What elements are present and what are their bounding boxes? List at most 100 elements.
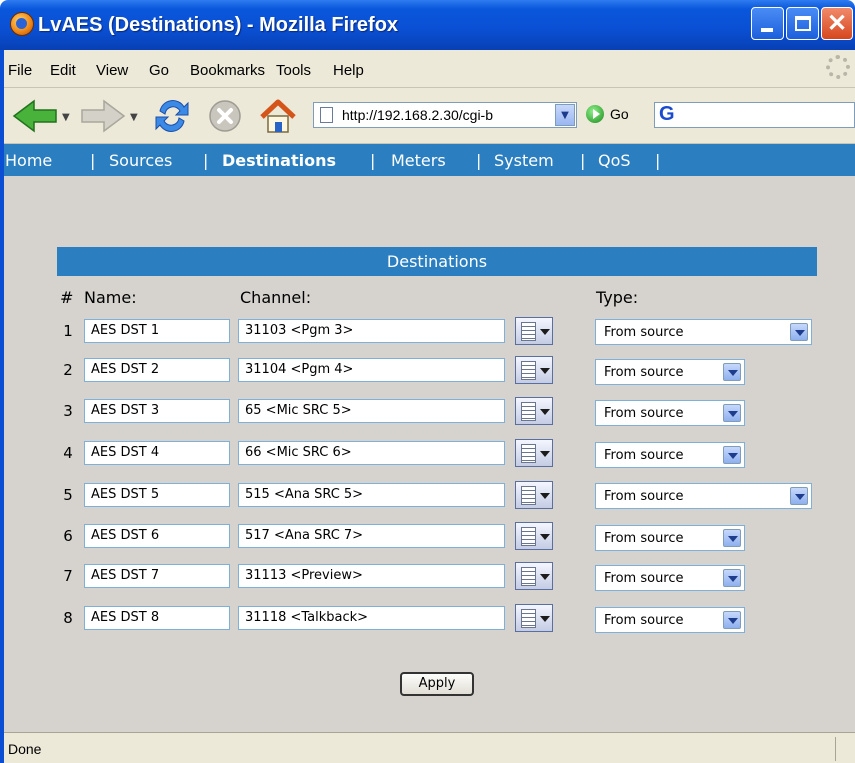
chevron-down-icon	[723, 611, 741, 629]
nav-separator: |	[203, 151, 209, 170]
type-select[interactable]: From source	[595, 442, 745, 468]
type-select[interactable]: From source	[595, 565, 745, 591]
menu-go[interactable]: Go	[149, 62, 169, 79]
destination-name-input[interactable]: AES DST 8	[84, 606, 230, 630]
search-engine-icon[interactable]: G	[659, 103, 675, 126]
reload-icon[interactable]	[152, 97, 192, 135]
nav-link-system[interactable]: System	[494, 151, 554, 170]
type-select-value: From source	[604, 613, 684, 628]
channel-input[interactable]: 66 <Mic SRC 6>	[238, 441, 505, 465]
menu-bookmarks[interactable]: Bookmarks	[190, 62, 265, 79]
type-select[interactable]: From source	[595, 319, 812, 345]
menu-edit[interactable]: Edit	[50, 62, 76, 79]
apply-button[interactable]: Apply	[400, 672, 474, 696]
forward-arrow-icon[interactable]	[80, 98, 126, 134]
type-select[interactable]: From source	[595, 400, 745, 426]
type-select-value: From source	[604, 325, 684, 340]
destination-name-input[interactable]: AES DST 5	[84, 483, 230, 507]
type-select[interactable]: From source	[595, 359, 745, 385]
row-number: 8	[63, 609, 73, 627]
firefox-logo-icon	[10, 12, 34, 36]
row-number: 5	[63, 486, 73, 504]
nav-link-qos[interactable]: QoS	[598, 151, 631, 170]
chevron-down-icon	[723, 529, 741, 547]
url-text: http://192.168.2.30/cgi-b	[342, 107, 493, 123]
stop-icon[interactable]	[208, 99, 242, 133]
minimize-icon	[761, 28, 773, 32]
resize-grip-icon[interactable]	[835, 737, 853, 761]
channel-picker-button[interactable]	[515, 522, 553, 550]
channel-picker-button[interactable]	[515, 356, 553, 384]
channel-input[interactable]: 31103 <Pgm 3>	[238, 319, 505, 343]
menu-view[interactable]: View	[96, 62, 128, 79]
type-select-value: From source	[604, 406, 684, 421]
back-history-dropdown-icon[interactable]: ▼	[62, 112, 70, 123]
menu-bar: File Edit View Go Bookmarks Tools Help	[0, 50, 855, 88]
list-icon	[521, 322, 536, 341]
type-select[interactable]: From source	[595, 525, 745, 551]
close-button[interactable]: ✕	[821, 7, 853, 40]
close-icon: ✕	[826, 10, 848, 37]
list-icon	[521, 402, 536, 421]
channel-input[interactable]: 31104 <Pgm 4>	[238, 358, 505, 382]
window-titlebar[interactable]: LvAES (Destinations) - Mozilla Firefox ✕	[0, 0, 855, 50]
channel-input[interactable]: 65 <Mic SRC 5>	[238, 399, 505, 423]
destination-name-input[interactable]: AES DST 1	[84, 319, 230, 343]
destination-name-input[interactable]: AES DST 7	[84, 564, 230, 588]
channel-picker-button[interactable]	[515, 604, 553, 632]
type-select[interactable]: From source	[595, 483, 812, 509]
chevron-down-icon	[723, 404, 741, 422]
channel-picker-button[interactable]	[515, 397, 553, 425]
go-button-label[interactable]: Go	[610, 106, 629, 122]
nav-link-destinations[interactable]: Destinations	[222, 151, 336, 170]
nav-separator: |	[90, 151, 96, 170]
menu-file[interactable]: File	[8, 62, 32, 79]
column-header-channel: Channel:	[240, 288, 312, 307]
row-number: 3	[63, 402, 73, 420]
type-select-value: From source	[604, 365, 684, 380]
destination-name-input[interactable]: AES DST 3	[84, 399, 230, 423]
channel-input[interactable]: 515 <Ana SRC 5>	[238, 483, 505, 507]
column-header-type: Type:	[596, 288, 639, 307]
url-history-dropdown-icon[interactable]: ▼	[555, 104, 575, 126]
nav-link-meters[interactable]: Meters	[391, 151, 446, 170]
nav-separator: |	[476, 151, 482, 170]
channel-picker-button[interactable]	[515, 439, 553, 467]
row-number: 4	[63, 444, 73, 462]
row-number: 2	[63, 361, 73, 379]
nav-link-sources[interactable]: Sources	[109, 151, 172, 170]
type-select[interactable]: From source	[595, 607, 745, 633]
channel-input[interactable]: 31113 <Preview>	[238, 564, 505, 588]
chevron-down-icon	[540, 534, 550, 540]
row-number: 1	[63, 322, 73, 340]
menu-help[interactable]: Help	[333, 62, 364, 79]
channel-picker-button[interactable]	[515, 317, 553, 345]
column-header-name: Name:	[84, 288, 137, 307]
destination-name-input[interactable]: AES DST 6	[84, 524, 230, 548]
list-icon	[521, 486, 536, 505]
chevron-down-icon	[723, 569, 741, 587]
list-icon	[521, 527, 536, 546]
forward-history-dropdown-icon[interactable]: ▼	[130, 112, 138, 123]
back-arrow-icon[interactable]	[12, 98, 58, 134]
address-bar[interactable]: http://192.168.2.30/cgi-b ▼	[313, 102, 577, 128]
maximize-button[interactable]	[786, 7, 819, 40]
chevron-down-icon	[540, 616, 550, 622]
destination-name-input[interactable]: AES DST 2	[84, 358, 230, 382]
search-bar[interactable]: G	[654, 102, 855, 128]
channel-picker-button[interactable]	[515, 562, 553, 590]
channel-input[interactable]: 31118 <Talkback>	[238, 606, 505, 630]
destination-name-input[interactable]: AES DST 4	[84, 441, 230, 465]
minimize-button[interactable]	[751, 7, 784, 40]
channel-picker-button[interactable]	[515, 481, 553, 509]
type-select-value: From source	[604, 571, 684, 586]
menu-tools[interactable]: Tools	[276, 62, 311, 79]
status-bar: Done	[0, 732, 855, 763]
go-icon[interactable]	[586, 105, 604, 123]
navigation-toolbar: ▼ ▼ http://192.168.2.30/cgi-b ▼ Go G	[0, 88, 855, 144]
nav-link-home[interactable]: Home	[5, 151, 52, 170]
home-icon[interactable]	[258, 97, 298, 135]
list-icon	[521, 444, 536, 463]
status-text: Done	[8, 741, 42, 757]
channel-input[interactable]: 517 <Ana SRC 7>	[238, 524, 505, 548]
